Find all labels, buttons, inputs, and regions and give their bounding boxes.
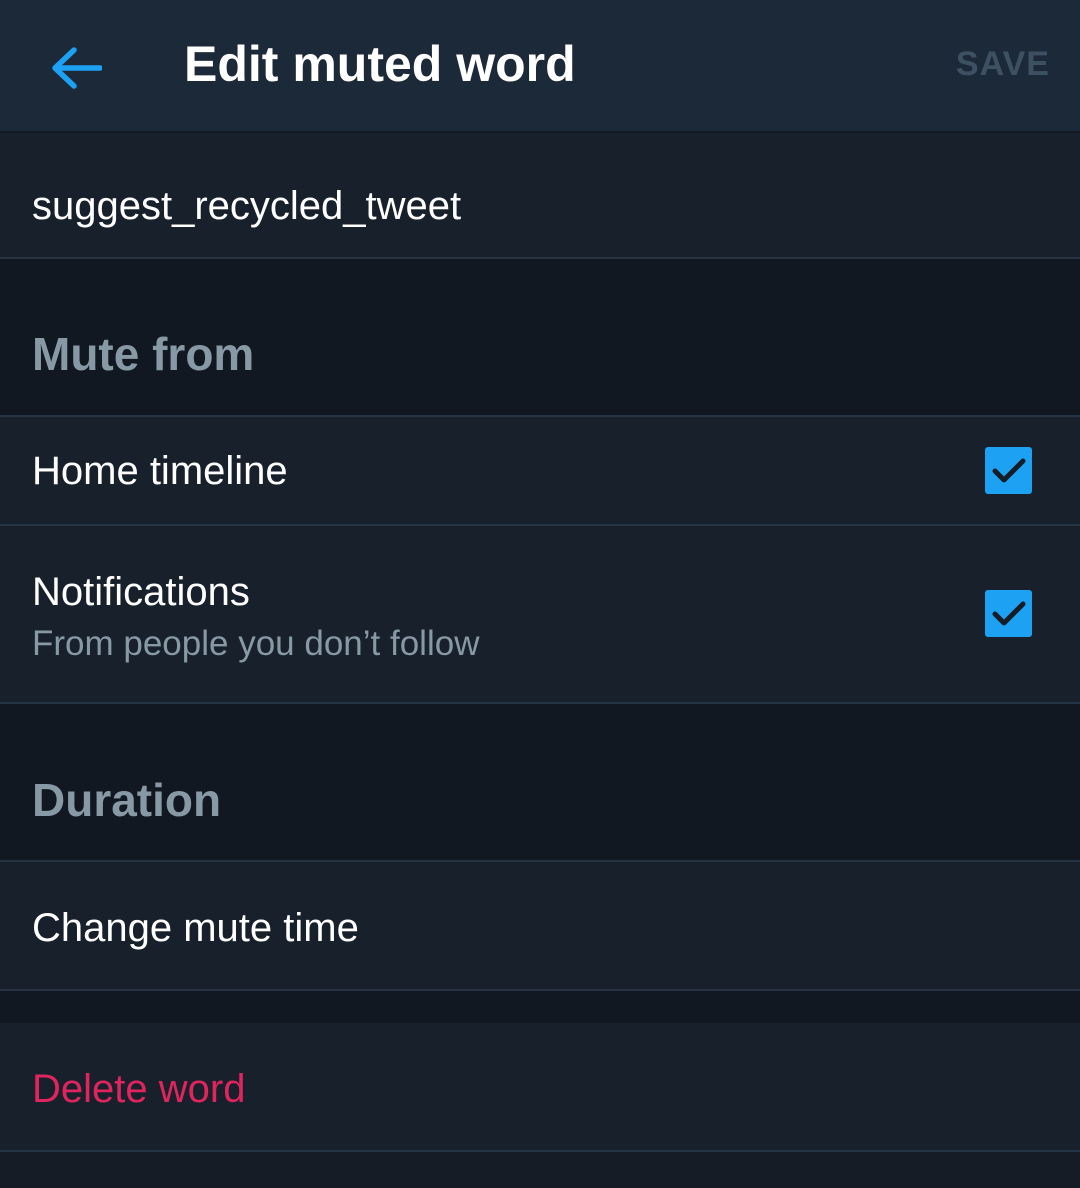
notifications-label: Notifications (32, 570, 250, 614)
option-home-timeline[interactable]: Home timeline (0, 417, 1080, 526)
home-timeline-checkbox[interactable] (985, 447, 1032, 494)
back-button[interactable] (44, 36, 108, 100)
arrow-left-icon (52, 47, 102, 89)
muted-word-value: suggest_recycled_tweet (32, 184, 462, 228)
option-notifications[interactable]: Notifications From people you don’t foll… (0, 526, 1080, 704)
change-mute-time-row[interactable]: Change mute time (0, 862, 1080, 991)
home-timeline-label: Home timeline (32, 449, 288, 493)
notifications-checkbox[interactable] (985, 590, 1032, 637)
mute-from-section-header: Mute from (0, 259, 1080, 417)
page-title: Edit muted word (184, 36, 576, 92)
app-bar: Edit muted word SAVE (0, 0, 1080, 133)
muted-word-field[interactable]: suggest_recycled_tweet (0, 133, 1080, 259)
checkmark-icon (992, 601, 1025, 625)
save-button[interactable]: SAVE (956, 42, 1050, 86)
delete-word-label: Delete word (32, 1067, 246, 1111)
section-spacer (0, 991, 1080, 1023)
duration-section-header: Duration (0, 704, 1080, 862)
checkmark-icon (992, 458, 1025, 482)
delete-word-row[interactable]: Delete word (0, 1023, 1080, 1152)
mute-from-title: Mute from (32, 328, 255, 380)
notifications-sublabel: From people you don’t follow (32, 624, 480, 663)
duration-title: Duration (32, 774, 222, 826)
change-mute-time-label: Change mute time (32, 906, 359, 950)
